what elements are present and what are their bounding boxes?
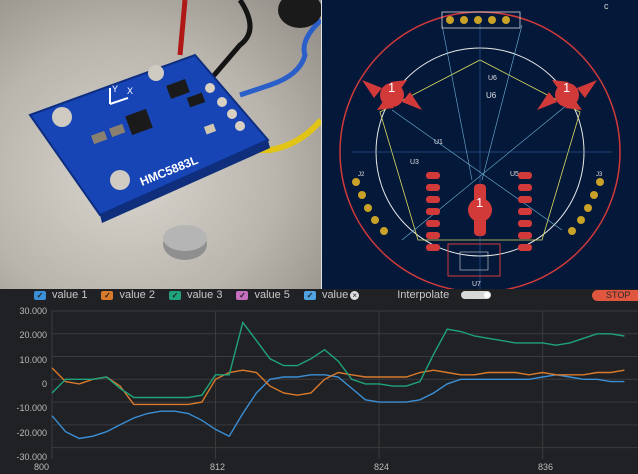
chip-pad (518, 208, 532, 215)
header-pad (460, 16, 468, 24)
solder-pad (205, 83, 215, 93)
solder-pad (217, 97, 227, 107)
marker-right[interactable]: 1 (537, 80, 597, 110)
header-pad (502, 16, 510, 24)
chip-pad (426, 208, 440, 215)
chip-pad (518, 232, 532, 239)
sensor-photo: Y X HMC5883L (0, 0, 321, 289)
edge-pad (371, 216, 379, 224)
plot-area (51, 310, 638, 459)
serial-plotter: ✓ value 1 ✓ value 2 ✓ value 3 ✓ value 5 … (0, 289, 638, 474)
pcb-layout-view[interactable]: c 1 1 1 U6 U6 U1 U7 U5 U3 J2 J3 (322, 0, 638, 289)
solder-pad (235, 121, 245, 131)
series-line-value-2 (51, 367, 625, 406)
ref-u5: U5 (510, 171, 519, 178)
chip-pad (518, 184, 532, 191)
edge-pad (568, 227, 576, 235)
sensor-photo-drawing: Y X HMC5883L (28, 0, 321, 260)
edge-pad (380, 227, 388, 235)
ref-u6-top: U6 (488, 75, 497, 82)
mount-hole-bottom (110, 170, 130, 190)
mount-hole-left (52, 107, 72, 127)
marker-center[interactable]: 1 (468, 184, 492, 236)
chip-pad (426, 172, 440, 179)
axis-x-label: X (127, 86, 133, 96)
ref-u1: U1 (434, 139, 443, 146)
edge-pad (364, 204, 372, 212)
chip-pad (426, 184, 440, 191)
chip-pad (426, 196, 440, 203)
edge-pad (596, 178, 604, 186)
svg-text:1: 1 (563, 80, 570, 95)
footprint-u7 (447, 243, 501, 277)
chip-pad (518, 244, 532, 251)
edge-pad (358, 191, 366, 199)
chip-pad (426, 244, 440, 251)
ref-j-right: J3 (596, 172, 603, 178)
guide-lines (352, 22, 612, 289)
magnet-top (163, 225, 207, 251)
ref-u3: U3 (410, 159, 419, 166)
edge-pad (577, 216, 585, 224)
ref-u7: U7 (472, 281, 481, 288)
axis-y-label: Y (112, 84, 118, 94)
plot-grid (51, 310, 638, 459)
red-wire (177, 0, 188, 56)
chip-pad (426, 220, 440, 227)
edge-pad (352, 178, 360, 186)
plot-series (51, 320, 625, 440)
solder-pad (227, 109, 237, 119)
blue-wire (239, 18, 321, 98)
edge-pad (584, 204, 592, 212)
mount-hole-top (148, 65, 164, 81)
header-pad (488, 16, 496, 24)
chip-pad (426, 232, 440, 239)
series-line-value-1 (51, 374, 625, 440)
chip-pad (518, 220, 532, 227)
svg-text:1: 1 (476, 195, 483, 210)
header-pad (446, 16, 454, 24)
chip-pad (518, 196, 532, 203)
breakout-board (28, 53, 270, 217)
ref-u6: U6 (486, 91, 497, 100)
corner-mark: c (604, 1, 609, 11)
black-wire (208, 0, 253, 82)
edge-pad (590, 191, 598, 199)
ref-j-left: J2 (358, 172, 365, 178)
pcb-canvas[interactable]: c 1 1 1 U6 U6 U1 U7 U5 U3 J2 J3 (322, 0, 638, 289)
chip-pad (518, 172, 532, 179)
header-pad (474, 16, 482, 24)
svg-text:1: 1 (388, 80, 395, 95)
